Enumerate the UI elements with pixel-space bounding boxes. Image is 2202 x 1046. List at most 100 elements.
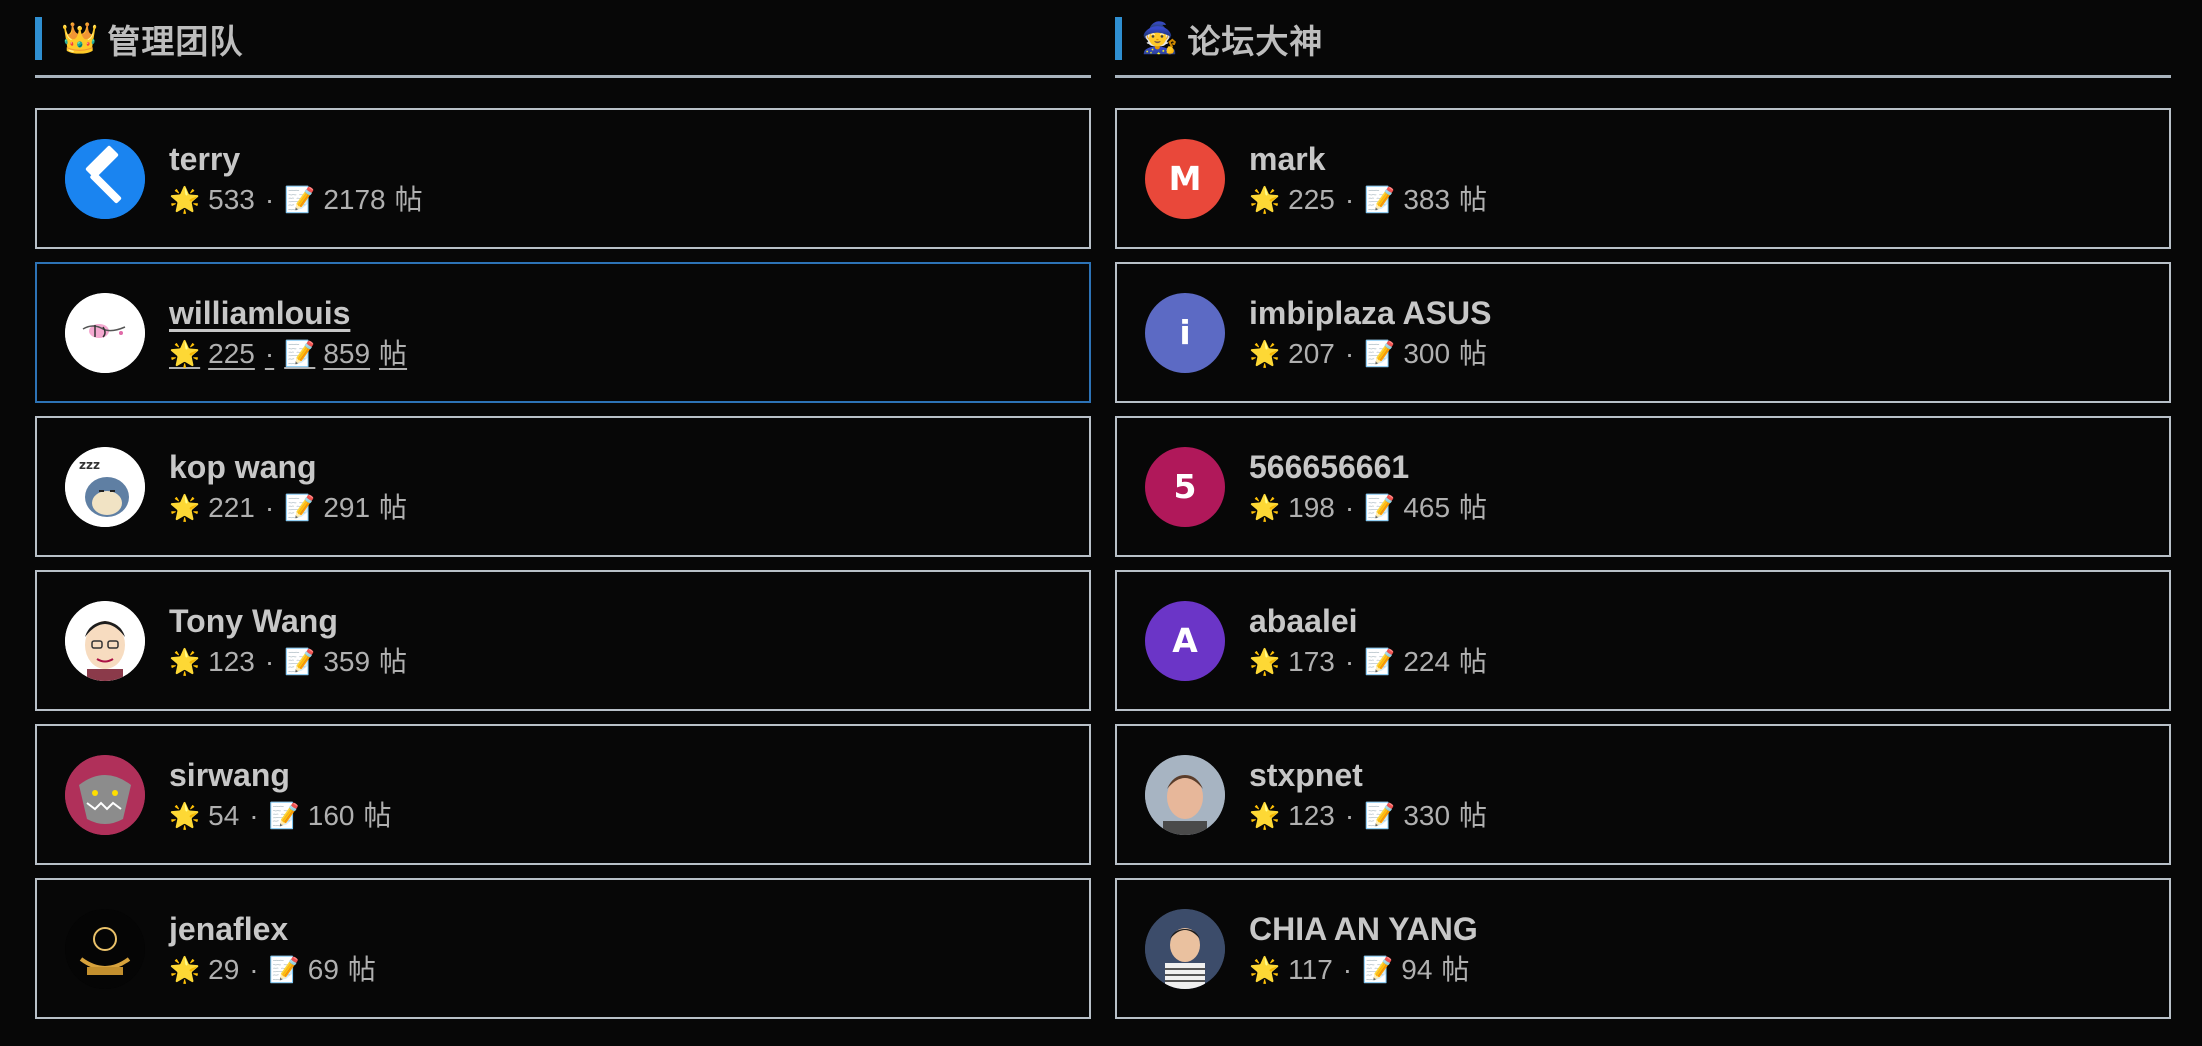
member-info: mark 🌟 225 · 📝 383 帖	[1249, 141, 1488, 216]
crown-icon: 👑	[61, 20, 100, 56]
stat-separator: ·	[249, 799, 259, 831]
sparkle-star-icon: 🌟	[1249, 339, 1281, 369]
member-name[interactable]: kop wang	[169, 449, 407, 485]
post-unit: 帖	[379, 337, 408, 369]
avatar[interactable]: zzz	[65, 446, 145, 527]
post-unit: 帖	[394, 183, 423, 215]
section-header: 👑 管理团队	[35, 0, 1091, 78]
post-count: 94	[1401, 953, 1433, 985]
member-list: terry 🌟 533 · 📝 2178 帖 williamlouis 🌟 225 · 📝 859 帖 zz…	[35, 108, 1091, 1019]
member-name[interactable]: jenaflex	[169, 911, 376, 947]
member-info: kop wang 🌟 221 · 📝 291 帖	[169, 449, 407, 524]
member-name[interactable]: sirwang	[169, 757, 392, 793]
member-card[interactable]: williamlouis 🌟 225 · 📝 859 帖	[35, 262, 1091, 403]
member-info: 566656661 🌟 198 · 📝 465 帖	[1249, 449, 1487, 524]
member-stats: 🌟 221 · 📝 291 帖	[169, 492, 407, 524]
member-info: sirwang 🌟 54 · 📝 160 帖	[169, 757, 392, 832]
wizard-icon: 🧙	[1141, 20, 1180, 56]
member-info: CHIA AN YANG 🌟 117 · 📝 94 帖	[1249, 911, 1478, 986]
reputation-count: 225	[1288, 183, 1335, 215]
member-card[interactable]: Tony Wang 🌟 123 · 📝 359 帖	[35, 570, 1091, 711]
member-card[interactable]: sirwang 🌟 54 · 📝 160 帖	[35, 724, 1091, 865]
stat-separator: ·	[264, 337, 275, 369]
avatar[interactable]	[65, 292, 145, 373]
member-name[interactable]: CHIA AN YANG	[1249, 911, 1478, 947]
member-name[interactable]: mark	[1249, 141, 1487, 177]
reputation-count: 123	[208, 645, 255, 677]
avatar-image	[65, 754, 145, 835]
stat-separator: ·	[1344, 645, 1355, 677]
sparkle-star-icon: 🌟	[169, 493, 201, 523]
management-team-section: 👑 管理团队 terry 🌟 533 · 📝 2178 帖 williamlouis 🌟 225 ·…	[35, 0, 1091, 1019]
reputation-count: 54	[208, 799, 240, 831]
avatar-image	[65, 600, 145, 681]
svg-text:zzz: zzz	[79, 458, 100, 472]
member-info: abaalei 🌟 173 · 📝 224 帖	[1249, 603, 1488, 678]
member-card[interactable]: jenaflex 🌟 29 · 📝 69 帖	[35, 878, 1091, 1019]
avatar[interactable]: i	[1145, 292, 1225, 373]
member-stats: 🌟 533 · 📝 2178 帖	[169, 183, 423, 216]
member-name[interactable]: 566656661	[1249, 449, 1487, 485]
post-unit: 帖	[1459, 645, 1488, 677]
member-stats: 🌟 54 · 📝 160 帖	[169, 799, 392, 832]
sparkle-star-icon: 🌟	[1249, 955, 1281, 985]
member-card[interactable]: 5 566656661 🌟 198 · 📝 465 帖	[1115, 416, 2171, 557]
member-card[interactable]: Aabaalei 🌟 173 · 📝 224 帖	[1115, 570, 2171, 711]
member-stats: 🌟 123 · 📝 359 帖	[169, 645, 408, 678]
member-name[interactable]: imbiplaza ASUS	[1249, 295, 1491, 331]
avatar[interactable]	[65, 600, 145, 681]
section-title: 🧙 论坛大神	[1141, 17, 1323, 60]
memo-icon: 📝	[1364, 493, 1396, 523]
member-list: Mmark 🌟 225 · 📝 383 帖 i imbiplaza ASUS 🌟 207 · 📝 300 帖…	[1115, 108, 2171, 1019]
stat-separator: ·	[264, 183, 275, 215]
stat-separator: ·	[249, 953, 259, 985]
avatar[interactable]	[65, 754, 145, 835]
reputation-count: 198	[1288, 491, 1335, 523]
member-stats: 🌟 198 · 📝 465 帖	[1249, 491, 1487, 524]
avatar[interactable]: M	[1145, 138, 1225, 219]
avatar[interactable]: A	[1145, 600, 1225, 681]
reputation-count: 225	[208, 337, 255, 369]
sparkle-star-icon: 🌟	[169, 339, 201, 369]
member-card[interactable]: zzz kop wang 🌟 221 · 📝 291 帖	[35, 416, 1091, 557]
avatar[interactable]	[1145, 908, 1225, 989]
sparkle-star-icon: 🌟	[1249, 647, 1281, 677]
member-name[interactable]: stxpnet	[1249, 757, 1487, 793]
post-unit: 帖	[1459, 337, 1488, 369]
member-card[interactable]: terry 🌟 533 · 📝 2178 帖	[35, 108, 1091, 249]
reputation-count: 29	[208, 953, 240, 985]
avatar-letter: M	[1168, 159, 1202, 198]
post-count: 160	[307, 799, 355, 831]
member-card[interactable]: stxpnet 🌟 123 · 📝 330 帖	[1115, 724, 2171, 865]
avatar-image	[65, 908, 145, 989]
avatar-letter: A	[1172, 621, 1198, 660]
avatar[interactable]	[65, 908, 145, 989]
post-unit: 帖	[1459, 183, 1488, 215]
memo-icon: 📝	[1364, 339, 1396, 369]
stat-separator: ·	[1344, 183, 1355, 215]
section-title: 👑 管理团队	[61, 17, 243, 60]
sparkle-star-icon: 🌟	[1249, 493, 1281, 523]
member-card[interactable]: Mmark 🌟 225 · 📝 383 帖	[1115, 108, 2171, 249]
post-unit: 帖	[379, 645, 408, 677]
member-name[interactable]: Tony Wang	[169, 603, 407, 639]
member-name[interactable]: williamlouis	[169, 295, 407, 331]
avatar[interactable]	[65, 138, 145, 219]
member-stats: 🌟 225 · 📝 859 帖	[169, 337, 408, 370]
post-count: 69	[307, 953, 339, 985]
stat-separator: ·	[264, 645, 275, 677]
avatar-image	[65, 138, 145, 219]
section-title-text: 论坛大神	[1187, 22, 1324, 60]
avatar[interactable]	[1145, 754, 1225, 835]
member-card[interactable]: i imbiplaza ASUS 🌟 207 · 📝 300 帖	[1115, 262, 2171, 403]
post-count: 359	[323, 645, 371, 677]
member-stats: 🌟 29 · 📝 69 帖	[169, 953, 376, 986]
avatar[interactable]: 5	[1145, 446, 1225, 527]
sparkle-star-icon: 🌟	[169, 647, 201, 677]
member-card[interactable]: CHIA AN YANG 🌟 117 · 📝 94 帖	[1115, 878, 2171, 1019]
reputation-count: 533	[208, 183, 255, 215]
sparkle-star-icon: 🌟	[1249, 801, 1281, 831]
member-name[interactable]: terry	[169, 141, 423, 177]
post-count: 2178	[323, 183, 386, 215]
member-name[interactable]: abaalei	[1249, 603, 1487, 639]
